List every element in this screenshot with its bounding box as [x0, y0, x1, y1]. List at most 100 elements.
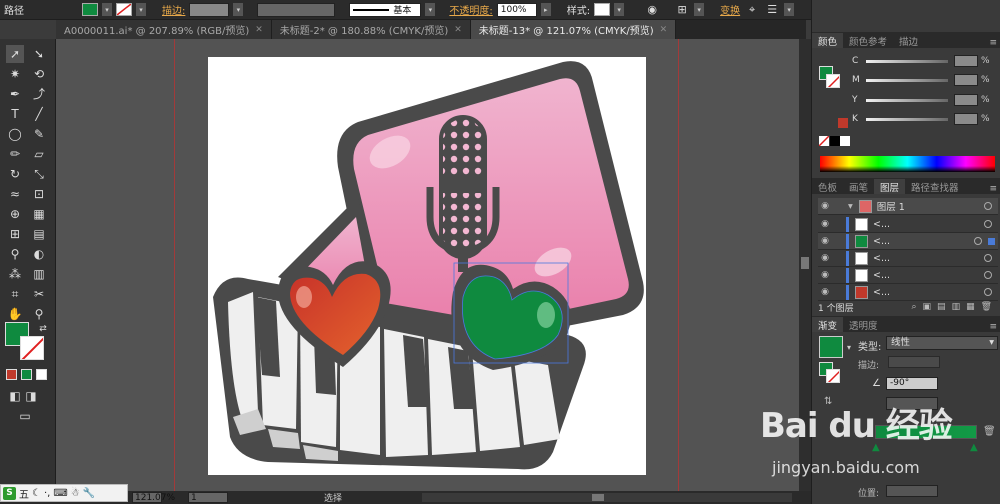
sublayer-row[interactable]: ◉ <...: [818, 233, 998, 250]
panel-menu-icon[interactable]: ≡: [989, 38, 1000, 48]
black-value-field[interactable]: [954, 113, 978, 125]
draw-behind-icon[interactable]: ◨: [22, 387, 40, 405]
curvature-tool-icon[interactable]: ⤴: [30, 85, 48, 103]
position-field[interactable]: [886, 485, 938, 497]
fill-dropdown[interactable]: ▾: [102, 3, 112, 16]
target-icon[interactable]: [984, 202, 992, 210]
layer-actions-icon[interactable]: ⌕▣▤▥▦🗑: [912, 302, 998, 312]
paintbrush-tool-icon[interactable]: ✎: [30, 125, 48, 143]
artboard-tool-icon[interactable]: ⌗: [6, 285, 24, 303]
canvas-area[interactable]: [56, 39, 799, 491]
yellow-slider[interactable]: [866, 98, 948, 102]
white-color-icon[interactable]: [840, 136, 850, 146]
tab-transparency[interactable]: 透明度: [843, 317, 884, 332]
sublayer-row[interactable]: ◉ <...: [818, 284, 998, 301]
tab-stroke[interactable]: 描边: [893, 33, 924, 48]
isolate-icon[interactable]: ⌖: [744, 3, 760, 17]
opacity-label[interactable]: 不透明度:: [449, 2, 492, 17]
layer-row[interactable]: ◉ ▾ 图层 1: [818, 198, 998, 215]
mesh-tool-icon[interactable]: ⊞: [6, 225, 24, 243]
opacity-field[interactable]: 100%: [496, 2, 537, 17]
ime-logo-icon[interactable]: S: [3, 486, 16, 500]
sublayer-row[interactable]: ◉ <...: [818, 267, 998, 284]
color-mode-icon[interactable]: [6, 369, 17, 380]
sublayer-name[interactable]: <...: [873, 287, 984, 298]
stroke-gradient-buttons[interactable]: [888, 356, 940, 368]
opacity-dropdown[interactable]: ▸: [540, 3, 551, 16]
warp-tool-icon[interactable]: ≈: [6, 185, 24, 203]
lasso-tool-icon[interactable]: ⟲: [30, 65, 48, 83]
magenta-slider[interactable]: [866, 78, 948, 82]
target-icon[interactable]: [984, 271, 992, 279]
color-stroke-swatch[interactable]: [826, 74, 840, 88]
arrange-icon[interactable]: ☰: [764, 3, 780, 16]
slice-tool-icon[interactable]: ✂: [30, 285, 48, 303]
rotate-tool-icon[interactable]: ↻: [6, 165, 24, 183]
hand-tool-icon[interactable]: ✋: [6, 305, 24, 323]
target-icon[interactable]: [984, 254, 992, 262]
artboard-nav-field[interactable]: 1: [188, 492, 228, 503]
eye-icon[interactable]: ◉: [818, 236, 832, 246]
cyan-value-field[interactable]: [954, 55, 978, 67]
zoom-field[interactable]: 121.07%: [132, 492, 175, 503]
delete-stop-icon[interactable]: 🗑: [983, 426, 996, 437]
arrange-dropdown[interactable]: ▾: [784, 3, 795, 16]
moon-icon[interactable]: ☾: [32, 488, 41, 499]
scroll-thumb[interactable]: [801, 257, 809, 269]
tools-icon[interactable]: 🔧: [83, 488, 95, 499]
target-icon[interactable]: [984, 288, 992, 296]
close-icon[interactable]: ✕: [255, 25, 263, 35]
recolor-icon[interactable]: ◉: [644, 3, 660, 16]
sublayer-row[interactable]: ◉ <...: [818, 216, 998, 233]
close-icon[interactable]: ✕: [454, 25, 462, 35]
magic-wand-tool-icon[interactable]: ✷: [6, 65, 24, 83]
tab-pathfinder[interactable]: 路径查找器: [905, 179, 965, 194]
shape-builder-tool-icon[interactable]: ⊕: [6, 205, 24, 223]
direct-selection-tool-icon[interactable]: ➘: [30, 45, 48, 63]
align-icon[interactable]: ⊞: [674, 3, 690, 16]
stroke-weight-field[interactable]: [189, 2, 230, 17]
sublayer-name[interactable]: <...: [873, 253, 984, 264]
yellow-value-field[interactable]: [954, 94, 978, 106]
gradient-mode-icon[interactable]: [21, 369, 32, 380]
brush-profile-field[interactable]: 基本: [349, 2, 422, 17]
sublayer-name[interactable]: <...: [873, 236, 974, 247]
layer-name[interactable]: 图层 1: [877, 199, 984, 213]
brush-profile-dropdown[interactable]: ▾: [425, 3, 436, 16]
magenta-value-field[interactable]: [954, 74, 978, 86]
align-dropdown[interactable]: ▾: [694, 3, 705, 16]
pencil-tool-icon[interactable]: ✏: [6, 145, 24, 163]
type-tool-icon[interactable]: T: [6, 105, 24, 123]
stroke-dropdown[interactable]: ▾: [136, 3, 146, 16]
sublayer-name[interactable]: <...: [873, 270, 984, 281]
eye-icon[interactable]: ◉: [818, 219, 832, 229]
eye-icon[interactable]: ◉: [818, 287, 832, 297]
yellow-slider-row[interactable]: Y %: [852, 94, 992, 106]
column-graph-tool-icon[interactable]: ▥: [30, 265, 48, 283]
fill-swatch[interactable]: [82, 3, 98, 16]
cyan-slider[interactable]: [866, 59, 948, 63]
black-slider-row[interactable]: K %: [852, 113, 992, 125]
gradient-type-select[interactable]: 线性 ▾: [886, 336, 998, 350]
gradient-tool-icon[interactable]: ▤: [30, 225, 48, 243]
punctuation-icon[interactable]: ·,: [44, 488, 50, 499]
tab-brushes[interactable]: 画笔: [843, 179, 874, 194]
gradient-stroke-swatch[interactable]: [826, 369, 840, 383]
stroke-color-box[interactable]: [20, 336, 44, 360]
line-tool-icon[interactable]: ╱: [30, 105, 48, 123]
blend-tool-icon[interactable]: ◐: [30, 245, 48, 263]
keyboard-icon[interactable]: ⌨: [53, 488, 67, 499]
target-icon[interactable]: [974, 237, 982, 245]
close-icon[interactable]: ✕: [660, 25, 668, 35]
target-icon[interactable]: [984, 220, 992, 228]
free-transform-tool-icon[interactable]: ⊡: [30, 185, 48, 203]
status-mode[interactable]: 选择: [324, 491, 342, 504]
magenta-slider-row[interactable]: M %: [852, 74, 992, 86]
selection-indicator[interactable]: [988, 237, 995, 245]
perspective-grid-tool-icon[interactable]: ▦: [30, 205, 48, 223]
skin-icon[interactable]: ☃: [71, 488, 80, 499]
screen-mode-icon[interactable]: ▭: [16, 407, 34, 425]
ime-mode-label[interactable]: 五: [19, 486, 29, 501]
tab-color[interactable]: 颜色: [812, 33, 844, 48]
swap-colors-icon[interactable]: ⇄: [34, 320, 52, 338]
